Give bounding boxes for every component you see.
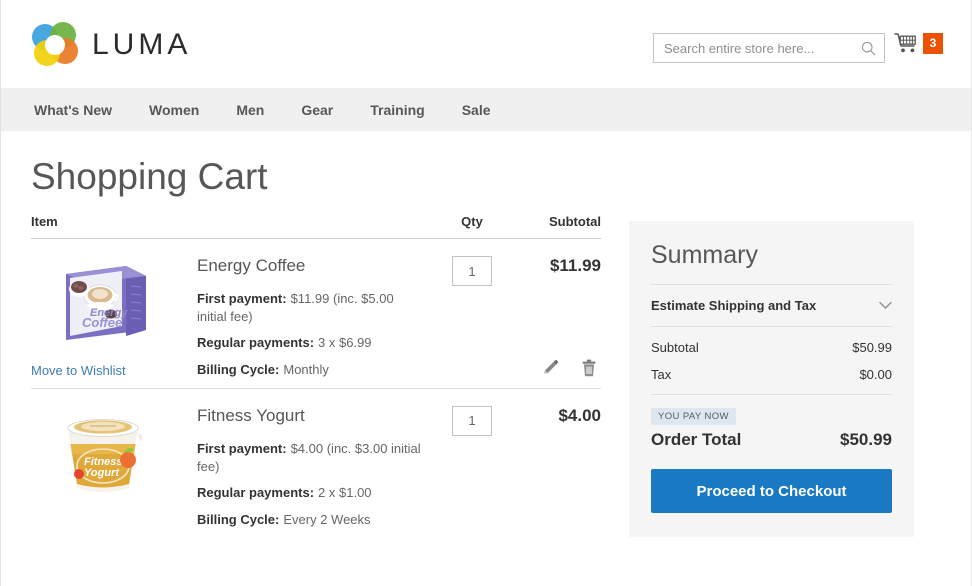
column-header-subtotal: Subtotal [549,214,601,229]
nav-item-gear[interactable]: Gear [301,102,333,118]
yogurt-cup-artwork: Fitness Yogurt [67,418,143,492]
row-actions [542,359,597,377]
product-option-first-payment: First payment: $11.99 (inc. $5.00 initial… [197,290,425,325]
delete-trash-icon[interactable] [581,359,597,377]
svg-text:Yogurt: Yogurt [84,467,120,479]
cart-layout: Item Qty Subtotal Energy Coffee Move to … [31,214,941,537]
search-box[interactable] [653,33,885,63]
page-title: Shopping Cart [31,156,268,197]
product-option-regular-payments: Regular payments: 2 x $1.00 [197,484,425,502]
mini-cart[interactable]: 3 [894,32,943,54]
product-name[interactable]: Fitness Yogurt [197,406,425,426]
estimate-shipping-and-tax-toggle[interactable]: Estimate Shipping and Tax [651,285,892,327]
you-pay-now-badge: YOU PAY NOW [651,408,736,425]
tax-amount: $0.00 [859,367,892,382]
qty-input[interactable] [452,256,492,286]
totals-list: Subtotal $50.99 Tax $0.00 YOU PAY NOW Or… [651,327,892,450]
column-header-qty: Qty [461,214,483,229]
subtotal-label: Subtotal [651,340,699,355]
nav-item-sale[interactable]: Sale [462,102,491,118]
cart-table: Item Qty Subtotal Energy Coffee Move to … [31,214,601,537]
qty-cell [429,256,515,388]
product-cell: Fitness Yogurt [31,406,197,538]
product-details: Energy Coffee First payment: $11.99 (inc.… [197,256,429,388]
product-cell: Energy Coffee Move to Wishlist [31,256,197,388]
subtotal-value: $11.99 [549,256,601,275]
option-label: Regular payments: [197,485,315,501]
option-label: Billing Cycle: [197,362,280,378]
tax-line: Tax $0.00 [651,367,892,382]
logo-wordmark: LUMA [92,28,192,61]
subtotal-line: Subtotal $50.99 [651,340,892,355]
order-total-amount: $50.99 [840,430,892,449]
cart-table-header: Item Qty Subtotal [31,214,601,239]
product-option-billing-cycle: Billing Cycle: Every 2 Weeks [197,511,425,529]
proceed-to-checkout-button[interactable]: Proceed to Checkout [651,469,892,513]
product-option-first-payment: First payment: $4.00 (inc. $3.00 initial … [197,440,425,475]
option-label: First payment: [197,440,287,456]
subtotal-cell: $4.00 [515,406,601,538]
summary-title: Summary [651,241,892,285]
chevron-down-icon[interactable] [879,301,892,310]
order-total-line: Order Total $50.99 [651,430,892,450]
luma-logo-icon [32,22,78,68]
option-value: Every 2 Weeks [283,511,371,527]
main-content: Shopping Cart Item Qty Subtotal Energy C… [1,156,971,537]
option-label: Billing Cycle: [197,511,280,527]
table-row: Fitness Yogurt Fitness Yogurt First paym… [31,389,601,538]
site-header: LUMA 3 [1,0,971,88]
nav-item-women[interactable]: Women [149,102,199,118]
order-total-block: YOU PAY NOW Order Total $50.99 [651,394,892,450]
column-header-item: Item [31,214,58,229]
product-name[interactable]: Energy Coffee [197,256,425,276]
option-value: 2 x $1.00 [318,485,372,501]
option-value: Monthly [283,362,329,378]
page-root: LUMA 3 What's New [0,0,972,586]
search-icon[interactable] [861,41,876,56]
nav-item-training[interactable]: Training [370,102,424,118]
tax-label: Tax [651,367,672,382]
qty-cell [429,405,515,538]
subtotal-value: $4.00 [558,405,601,425]
option-label: Regular payments: [197,335,315,351]
product-option-billing-cycle: Billing Cycle: Monthly [197,361,425,379]
product-details: Fitness Yogurt First payment: $4.00 (inc.… [197,406,429,538]
svg-text:Coffee: Coffee [82,315,122,330]
edit-pencil-icon[interactable] [542,359,559,376]
order-summary-column: Summary Estimate Shipping and Tax Subtot… [629,221,914,537]
table-row: Energy Coffee Move to Wishlist Energy Co… [31,239,601,389]
option-value: 3 x $6.99 [318,335,372,351]
product-image-energy-coffee[interactable]: Energy Coffee [48,256,158,351]
product-image-fitness-yogurt[interactable]: Fitness Yogurt [48,406,158,501]
nav-item-men[interactable]: Men [236,102,264,118]
coffee-box-artwork: Energy Coffee [66,266,146,340]
main-navigation: What's New Women Men Gear Training Sale [1,88,971,131]
order-summary-panel: Summary Estimate Shipping and Tax Subtot… [629,221,914,537]
subtotal-amount: $50.99 [852,340,892,355]
product-option-regular-payments: Regular payments: 3 x $6.99 [197,334,425,352]
site-logo[interactable]: LUMA [32,22,191,68]
shopping-cart-icon[interactable] [894,32,918,54]
move-to-wishlist-link[interactable]: Move to Wishlist [31,363,126,378]
estimate-label: Estimate Shipping and Tax [651,298,817,313]
qty-input[interactable] [452,405,492,436]
order-total-label: Order Total [651,430,742,449]
search-input[interactable] [664,40,861,56]
option-label: First payment: [197,291,287,307]
cart-count-badge: 3 [923,32,943,54]
nav-item-whats-new[interactable]: What's New [34,102,112,118]
